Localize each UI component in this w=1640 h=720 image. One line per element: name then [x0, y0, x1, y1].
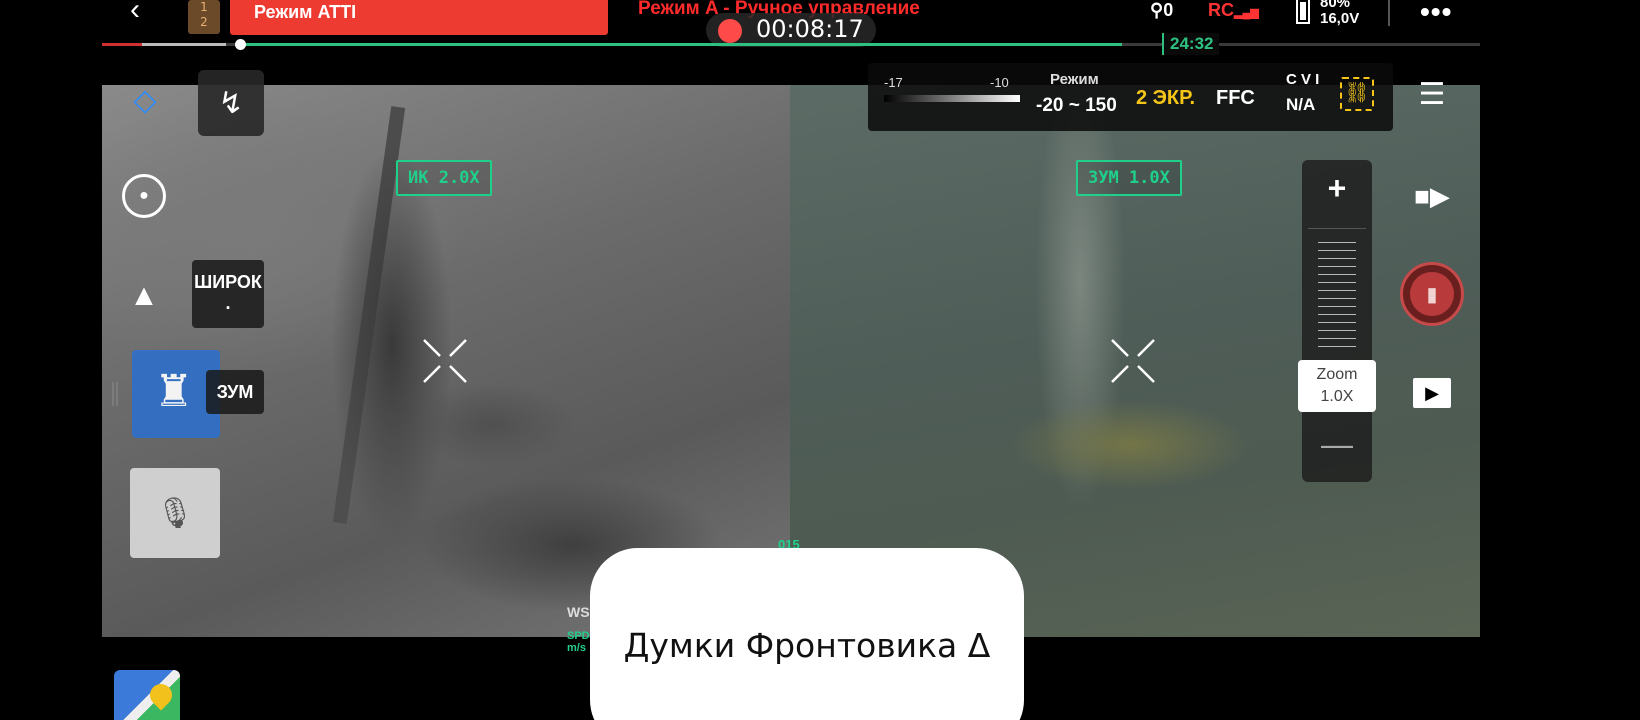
- recording-time: 00:08:17: [756, 15, 864, 43]
- wind-speed-label: WS: [567, 604, 590, 620]
- playback-icon[interactable]: ▶: [1413, 378, 1451, 408]
- tower-icon: ♜: [154, 367, 194, 416]
- top-status-bar: ‹ 1 2 Режим ATTI Режим A - Ручное управл…: [0, 0, 1640, 47]
- zoom-crosshair-icon: [1110, 338, 1156, 384]
- battery-icon: [1296, 0, 1310, 24]
- ffc-button[interactable]: FFC: [1216, 87, 1255, 110]
- topbar-divider: [1388, 0, 1390, 26]
- battery-pair-bottom: 2: [200, 15, 208, 29]
- signal-bars-icon: ▂▄▆: [1234, 7, 1259, 19]
- record-button[interactable]: ▮: [1400, 262, 1464, 326]
- rc-label: RC: [1208, 0, 1234, 20]
- zoom-out-button[interactable]: —: [1302, 426, 1372, 463]
- wide-camera-button[interactable]: ШИРОК .: [192, 260, 264, 328]
- progress-handle[interactable]: [235, 39, 246, 50]
- satellite-icon: ⚲: [1150, 0, 1164, 20]
- ir-crosshair-icon: [422, 338, 468, 384]
- point-of-interest-icon[interactable]: ●: [122, 174, 166, 218]
- mute-microphone-icon[interactable]: 🎙: [130, 468, 220, 558]
- progress-fill-red: [102, 43, 142, 46]
- back-icon[interactable]: ‹: [130, 0, 158, 28]
- ir-zoom-label[interactable]: ИК 2.0X: [396, 160, 492, 196]
- zoom-readout-value: 1.0X: [1320, 388, 1354, 405]
- gps-count: 0: [1163, 0, 1174, 20]
- video-camera-icon[interactable]: ■▶: [1406, 178, 1458, 214]
- atti-mode-badge[interactable]: Режим ATTI: [230, 0, 608, 35]
- channel-caption: Думки Фронтовика Δ: [590, 548, 1024, 720]
- flight-time-remaining: 24:32: [1162, 33, 1220, 55]
- zoom-in-button[interactable]: +: [1302, 170, 1372, 207]
- more-menu-icon[interactable]: •••: [1420, 0, 1452, 28]
- battery-voltage: 16,0V: [1320, 10, 1360, 27]
- storage-label: C V I: [1286, 71, 1320, 88]
- thermal-range[interactable]: -20 ~ 150: [1036, 95, 1117, 117]
- progress-played: [142, 43, 227, 46]
- map-pin-icon: [145, 679, 177, 711]
- speed-unit: m/s: [567, 642, 586, 654]
- zoom-camera-button[interactable]: ЗУМ: [206, 370, 264, 414]
- gps-status[interactable]: ⚲0: [1150, 0, 1173, 21]
- zoom-readout: Zoom 1.0X: [1298, 360, 1376, 412]
- thermal-info-panel: -17 -10 Режим -20 ~ 150 2 ЭКР. FFC C V I…: [868, 63, 1393, 131]
- no-sd-card-icon: ▮: [1410, 272, 1454, 316]
- battery-pair-indicator: 1 2: [188, 0, 220, 34]
- zoom-slider[interactable]: + Zoom 1.0X —: [1298, 160, 1376, 482]
- wide-camera-sub: .: [225, 293, 231, 313]
- map-thumbnail-button[interactable]: [114, 670, 180, 720]
- thermal-mid-temp: -10: [990, 75, 1009, 90]
- zoom-slider-separator: [1308, 228, 1366, 229]
- waypoint-route-icon[interactable]: ↯: [198, 70, 264, 136]
- battery-pair-top: 1: [200, 0, 208, 14]
- map-mode-icon[interactable]: ◇: [125, 80, 165, 120]
- settings-sliders-icon[interactable]: ☰: [1412, 74, 1452, 114]
- thermal-mode-label: Режим: [1050, 71, 1099, 88]
- zoom-camera-label[interactable]: ЗУМ 1.0X: [1076, 160, 1182, 196]
- playback-progress-bar[interactable]: [102, 39, 1480, 50]
- wide-camera-label: ШИРОК: [194, 272, 262, 292]
- side-panel-handle[interactable]: [112, 382, 118, 406]
- record-dot-icon: [718, 19, 742, 43]
- navigation-arrow-icon[interactable]: ▲: [122, 274, 166, 318]
- rc-signal[interactable]: RC▂▄▆: [1208, 0, 1259, 21]
- thermal-gradient-bar: [884, 95, 1020, 102]
- recording-indicator: 00:08:17: [706, 13, 876, 47]
- progress-segment-green: [239, 43, 1122, 46]
- speed-label: SPD m/s: [567, 630, 590, 654]
- split-screen-toggle[interactable]: 2 ЭКР.: [1136, 87, 1195, 110]
- zoom-slider-ticks[interactable]: [1318, 242, 1356, 352]
- speed-label-text: SPD: [567, 630, 590, 642]
- zoom-readout-title: Zoom: [1316, 366, 1358, 383]
- channel-caption-text: Думки Фронтовика Δ: [623, 626, 991, 665]
- link-icon[interactable]: ⛓: [1340, 77, 1374, 111]
- storage-status: N/A: [1286, 95, 1316, 114]
- thermal-min-temp: -17: [884, 75, 903, 90]
